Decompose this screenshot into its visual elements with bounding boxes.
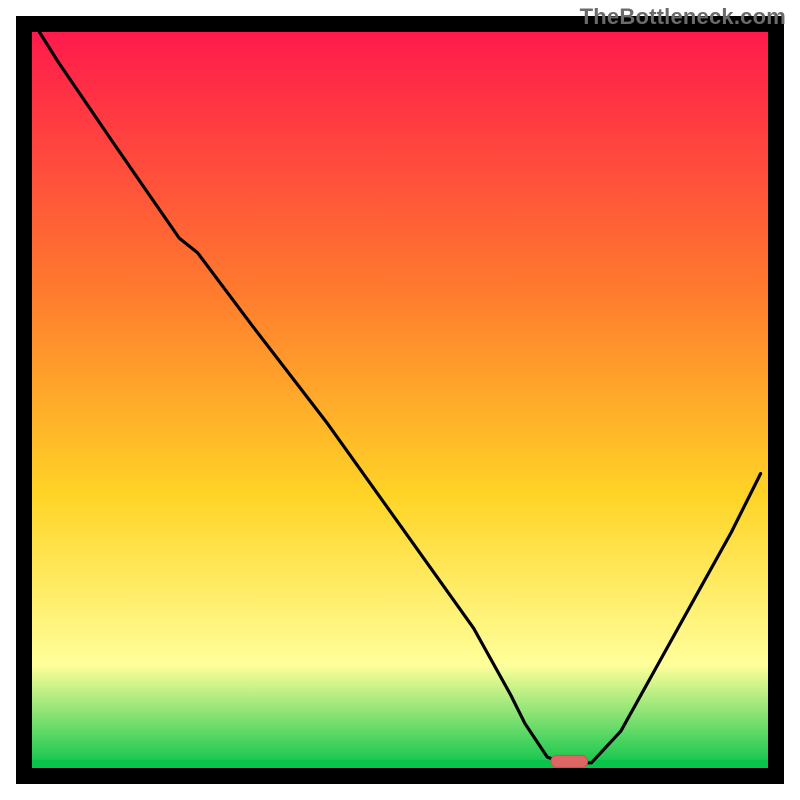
watermark-text: TheBottleneck.com bbox=[580, 4, 786, 30]
chart-container: TheBottleneck.com bbox=[0, 0, 800, 800]
bottleneck-chart-svg bbox=[0, 0, 800, 800]
gradient-background bbox=[32, 32, 768, 768]
green-baseline bbox=[32, 760, 768, 768]
optimal-marker bbox=[551, 755, 588, 767]
